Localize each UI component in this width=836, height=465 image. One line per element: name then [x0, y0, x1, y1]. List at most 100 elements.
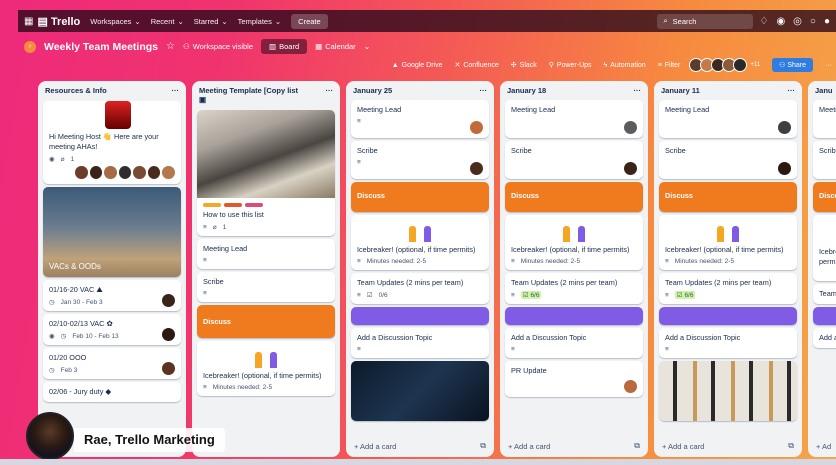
template-card-icon[interactable]: ⧉: [788, 441, 794, 451]
search-input[interactable]: ⌕ Search: [657, 13, 754, 29]
list-item[interactable]: Icebrepermi: [813, 215, 836, 281]
list-menu-icon[interactable]: ···: [634, 86, 642, 97]
template-card-icon[interactable]: ⧉: [634, 441, 640, 451]
avatar: [470, 121, 483, 134]
board-title[interactable]: Weekly Team Meetings: [44, 41, 158, 53]
list-title[interactable]: January 25: [353, 86, 392, 97]
list-item[interactable]: Icebreaker! (optional, if time permits) …: [505, 215, 643, 270]
list-item[interactable]: Scribe ≡: [197, 272, 335, 302]
list-item[interactable]: Team Updates (2 mins per team) ≡ ☑ 6/6: [659, 273, 797, 304]
list-item[interactable]: Scribe: [659, 141, 797, 179]
slack-icon: ✣: [510, 62, 517, 69]
bell-icon[interactable]: ◉: [776, 16, 785, 27]
filter-button[interactable]: ≡ Filter: [658, 62, 681, 69]
list-item[interactable]: [813, 307, 836, 325]
user-avatar[interactable]: ●: [824, 16, 830, 27]
chevron-down-icon[interactable]: ⌄: [364, 42, 371, 51]
powerup-google-drive[interactable]: ▲ Google Drive: [392, 62, 443, 69]
list-title[interactable]: Meeting Template [Copy list ▣: [199, 86, 298, 107]
horizontal-scrollbar[interactable]: [0, 459, 836, 465]
add-card-button[interactable]: + Add a card: [508, 442, 550, 451]
powerup-confluence[interactable]: ✕ Confluence: [454, 61, 498, 70]
list-item[interactable]: 01/20 OOO ◷ Feb 3: [43, 348, 181, 379]
list-item[interactable]: Meeting Lead: [659, 100, 797, 138]
list-menu-icon[interactable]: ···: [326, 86, 334, 107]
add-card-button[interactable]: + Add a card: [354, 442, 396, 451]
label: [203, 203, 221, 207]
list-item[interactable]: Discu: [813, 182, 836, 212]
list-item[interactable]: Add a: [813, 328, 836, 348]
avatar: [624, 121, 637, 134]
list-title[interactable]: Janu: [815, 86, 833, 97]
list-item[interactable]: Team Updates (2 mins per team) ≡ ☑ 6/6: [505, 273, 643, 304]
list-item[interactable]: PR Update: [505, 361, 643, 397]
list-item[interactable]: 01/16-20 VAC ⛰ ◷ Jan 30 - Feb 3: [43, 280, 181, 311]
list-item[interactable]: Meeti: [813, 100, 836, 138]
powerups-button[interactable]: ⚲ Power-Ups: [549, 61, 592, 70]
share-button[interactable]: ⚇ Share: [772, 58, 813, 72]
menu-templates[interactable]: Templates ⌄: [238, 17, 281, 26]
list-item[interactable]: Scribe: [813, 141, 836, 179]
list-item[interactable]: Scribe ≡: [351, 141, 489, 179]
list-item[interactable]: [351, 361, 489, 421]
create-button[interactable]: Create: [291, 13, 328, 29]
list-item[interactable]: Meeting Lead: [505, 100, 643, 138]
list-item[interactable]: Team Updates (2 mins per team) ≡ ☑ 0/6: [351, 273, 489, 304]
list-item[interactable]: Icebreaker! (optional, if time permits) …: [197, 341, 335, 396]
automation-button[interactable]: ϟ Automation: [604, 62, 646, 69]
list-item[interactable]: [351, 307, 489, 325]
avatar: [778, 121, 791, 134]
menu-workspaces[interactable]: Workspaces ⌄: [90, 17, 140, 26]
list-menu-icon[interactable]: ···: [172, 86, 180, 97]
clock-icon: ◷: [49, 367, 55, 374]
view-board-button[interactable]: ▥ Board: [261, 39, 308, 54]
list-item[interactable]: Add a Discussion Topic ≡: [505, 328, 643, 358]
list-item[interactable]: Hi Meeting Host 👋 Here are your meeting …: [43, 101, 181, 184]
trello-logo[interactable]: ▤ Trello: [37, 15, 80, 28]
add-card-button[interactable]: + Add a card: [662, 442, 704, 451]
list-title[interactable]: January 18: [507, 86, 546, 97]
list-item[interactable]: VACs & OODs: [43, 187, 181, 277]
add-card-button[interactable]: + Ad: [816, 442, 831, 451]
apps-grid-icon[interactable]: ▦: [24, 16, 33, 27]
confluence-icon: ✕: [454, 62, 461, 69]
list-item[interactable]: Icebreaker! (optional, if time permits) …: [351, 215, 489, 270]
list-item[interactable]: Discuss: [505, 182, 643, 212]
board-lists: Resources & Info ··· Hi Meeting Host 👋 He…: [38, 81, 836, 465]
list-menu-icon[interactable]: ···: [788, 86, 796, 97]
template-card-icon[interactable]: ⧉: [480, 441, 486, 451]
list-item[interactable]: Scribe: [505, 141, 643, 179]
info-icon[interactable]: ○: [810, 16, 816, 27]
list-item[interactable]: Add a Discussion Topic ≡: [351, 328, 489, 358]
list-item[interactable]: Discuss: [351, 182, 489, 212]
help-icon[interactable]: ◎: [793, 16, 802, 27]
workspace-toggle-icon[interactable]: ›: [24, 40, 36, 53]
list-item[interactable]: [659, 361, 797, 421]
view-calendar-button[interactable]: ▦ Calendar: [315, 42, 356, 51]
board-members[interactable]: +11: [689, 58, 760, 72]
menu-starred[interactable]: Starred ⌄: [194, 17, 228, 26]
list-item[interactable]: [505, 307, 643, 325]
list-item[interactable]: How to use this list ≡ ⌀ 1: [197, 110, 335, 236]
visibility-button[interactable]: ⚇ Workspace visible: [183, 42, 253, 51]
list-title[interactable]: January 11: [661, 86, 700, 97]
more-icon[interactable]: ···: [825, 62, 832, 69]
list-item[interactable]: Meeting Lead ≡: [351, 100, 489, 138]
star-icon[interactable]: ☆: [166, 41, 175, 52]
list-menu-icon[interactable]: ···: [480, 86, 488, 97]
list-item[interactable]: [659, 307, 797, 325]
list-item[interactable]: Discuss: [659, 182, 797, 212]
list-title[interactable]: Resources & Info: [45, 86, 107, 97]
list-item[interactable]: Icebreaker! (optional, if time permits) …: [659, 215, 797, 270]
list-item[interactable]: Add a Discussion Topic ≡: [659, 328, 797, 358]
list-item[interactable]: Team: [813, 284, 836, 304]
menu-recent[interactable]: Recent ⌄: [151, 17, 184, 26]
list-item[interactable]: Discuss: [197, 305, 335, 338]
list-item[interactable]: 02/06 - Jury duty ◆: [43, 382, 181, 402]
clock-icon: ◷: [60, 333, 67, 340]
powerup-slack[interactable]: ✣ Slack: [510, 61, 537, 70]
list-item[interactable]: 02/10-02/13 VAC ✿ ◉ ◷ Feb 10 - Feb 13: [43, 314, 181, 345]
megaphone-icon[interactable]: ♢: [759, 16, 768, 27]
template-icon: ▣: [199, 95, 207, 104]
list-item[interactable]: Meeting Lead ≡: [197, 239, 335, 269]
